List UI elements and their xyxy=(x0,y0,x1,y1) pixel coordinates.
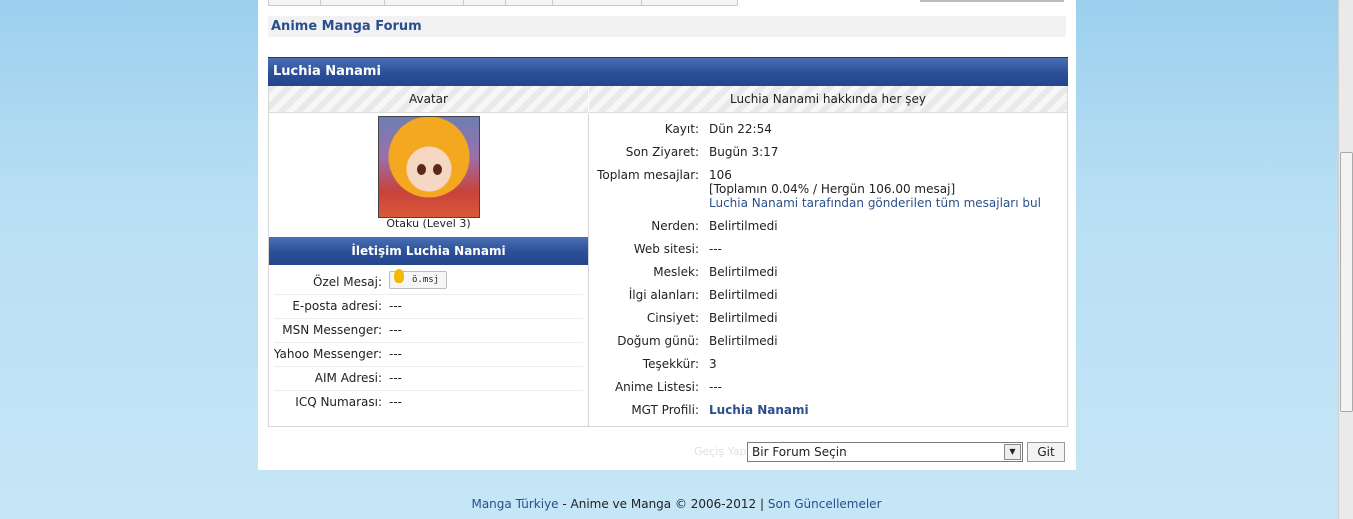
contact-value: --- xyxy=(389,371,402,385)
private-message-button[interactable]: ö.msj xyxy=(389,269,447,289)
info-label: Web sitesi: xyxy=(633,242,699,256)
info-label: İlgi alanları: xyxy=(628,288,699,302)
info-value: Belirtilmedi xyxy=(709,265,778,279)
page-content: Anime Manga Forum Luchia Nanami Avatar L… xyxy=(258,0,1076,470)
contact-row-aim: AIM Adresi: --- xyxy=(269,367,588,391)
contact-row-icq: ICQ Numarası: --- xyxy=(269,391,588,415)
contact-row-pm: Özel Mesaj: ö.msj xyxy=(269,269,588,295)
pm-person-icon xyxy=(394,269,404,283)
about-header: Luchia Nanami hakkında her şey xyxy=(589,86,1067,113)
column-divider xyxy=(588,113,589,426)
footer-copyright: - Anime ve Manga © 2006-2012 | xyxy=(558,497,768,511)
pm-button-label: ö.msj xyxy=(412,275,440,285)
info-value: --- xyxy=(709,242,722,256)
scrollbar-thumb[interactable] xyxy=(1340,152,1353,412)
info-value: Belirtilmedi xyxy=(709,311,778,325)
site-home-link[interactable]: Manga Türkiye xyxy=(471,497,558,511)
info-label: MGT Profili: xyxy=(631,403,699,417)
profile-title: Luchia Nanami xyxy=(273,64,381,79)
vertical-scrollbar[interactable] xyxy=(1338,0,1353,519)
info-value: Bugün 3:17 xyxy=(709,145,779,159)
contact-value: --- xyxy=(389,395,402,409)
breadcrumb: Anime Manga Forum xyxy=(268,16,1066,37)
info-label: Meslek: xyxy=(653,265,699,279)
chevron-down-icon[interactable]: ▼ xyxy=(1004,444,1021,460)
contact-row-yahoo: Yahoo Messenger: --- xyxy=(269,343,588,367)
contact-label: Yahoo Messenger: xyxy=(273,347,382,361)
info-value: --- xyxy=(709,380,722,394)
contact-row-email: E-posta adresi: --- xyxy=(269,295,588,319)
forum-home-link[interactable]: Anime Manga Forum xyxy=(271,19,422,34)
find-all-posts-link[interactable]: Luchia Nanami tarafından gönderilen tüm … xyxy=(709,196,1041,210)
go-button[interactable]: Git xyxy=(1027,442,1065,462)
mgt-profile-link[interactable]: Luchia Nanami xyxy=(709,403,809,417)
contact-label: Özel Mesaj: xyxy=(313,275,382,289)
contact-value: --- xyxy=(389,347,402,361)
contact-row-msn: MSN Messenger: --- xyxy=(269,319,588,343)
avatar-eye-left xyxy=(417,164,426,175)
profile-title-bar: Luchia Nanami xyxy=(268,57,1068,86)
contact-label: AIM Adresi: xyxy=(314,371,382,385)
info-value: Belirtilmedi xyxy=(709,219,778,233)
contact-label: MSN Messenger: xyxy=(282,323,382,337)
avatar xyxy=(378,116,480,218)
info-value: Dün 22:54 xyxy=(709,122,772,136)
info-label: Toplam mesajlar: xyxy=(597,168,699,182)
info-value: 106 xyxy=(709,168,732,182)
info-label: Anime Listesi: xyxy=(614,380,699,394)
info-value: Belirtilmedi xyxy=(709,288,778,302)
contact-header: İletişim Luchia Nanami xyxy=(269,237,588,265)
forum-jump-selected: Bir Forum Seçin xyxy=(752,445,847,459)
contact-label: ICQ Numarası: xyxy=(295,395,382,409)
user-rank: Otaku (Level 3) xyxy=(386,217,471,230)
contact-value: --- xyxy=(389,323,402,337)
forum-jump-label: Geçiş Yap: xyxy=(694,445,751,458)
avatar-eye-right xyxy=(433,164,442,175)
recent-updates-link[interactable]: Son Güncellemeler xyxy=(768,497,882,511)
info-label: Cinsiyet: xyxy=(646,311,699,325)
contact-label: E-posta adresi: xyxy=(292,299,382,313)
top-tabs-fragment xyxy=(268,0,738,6)
top-search-fragment xyxy=(920,0,1064,2)
info-label: Doğum günü: xyxy=(617,334,699,348)
info-label: Nerden: xyxy=(651,219,699,233)
info-value: Belirtilmedi xyxy=(709,334,778,348)
avatar-header: Avatar xyxy=(269,86,588,113)
post-stats: [Toplamın 0.04% / Hergün 106.00 mesaj] xyxy=(709,182,956,196)
forum-jump-select[interactable]: Bir Forum Seçin ▼ xyxy=(747,442,1023,462)
footer: Manga Türkiye - Anime ve Manga © 2006-20… xyxy=(0,497,1353,511)
contact-value: --- xyxy=(389,299,402,313)
info-label: Son Ziyaret: xyxy=(625,145,699,159)
profile-panel: Luchia Nanami Avatar Luchia Nanami hakkı… xyxy=(268,57,1068,427)
info-label: Teşekkür: xyxy=(642,357,699,371)
info-label: Kayıt: xyxy=(664,122,699,136)
forum-jump: Geçiş Yap: Bir Forum Seçin ▼ Git xyxy=(694,442,1065,462)
info-value: 3 xyxy=(709,357,717,371)
